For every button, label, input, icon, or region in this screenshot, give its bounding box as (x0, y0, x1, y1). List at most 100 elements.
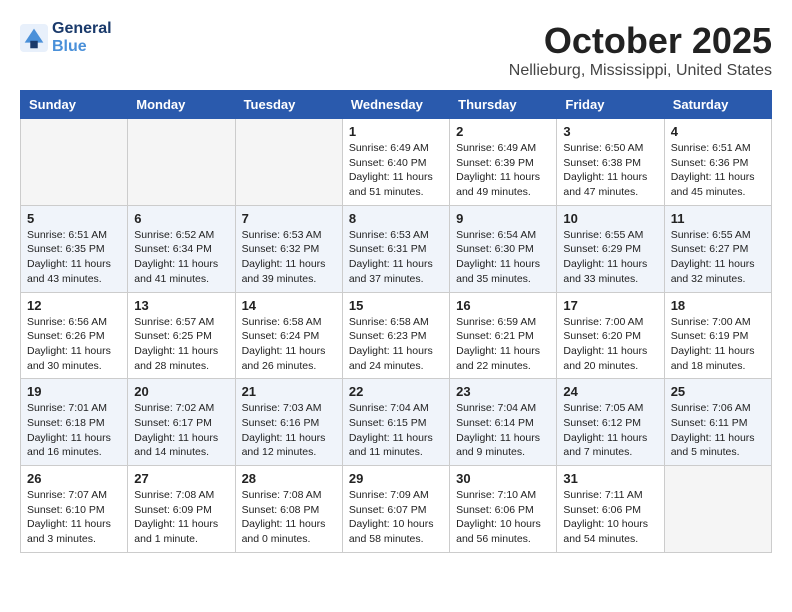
day-number: 23 (456, 384, 550, 399)
day-info: Sunrise: 7:05 AM Sunset: 6:12 PM Dayligh… (563, 401, 657, 460)
month-title: October 2025 (509, 20, 772, 62)
day-number: 29 (349, 471, 443, 486)
calendar-cell (21, 119, 128, 206)
day-info: Sunrise: 6:58 AM Sunset: 6:23 PM Dayligh… (349, 315, 443, 374)
calendar-cell: 6 Sunrise: 6:52 AM Sunset: 6:34 PM Daylig… (128, 205, 235, 292)
calendar-cell: 5 Sunrise: 6:51 AM Sunset: 6:35 PM Daylig… (21, 205, 128, 292)
calendar-cell: 20 Sunrise: 7:02 AM Sunset: 6:17 PM Dayli… (128, 379, 235, 466)
calendar-cell: 27 Sunrise: 7:08 AM Sunset: 6:09 PM Dayli… (128, 466, 235, 553)
calendar-cell: 7 Sunrise: 6:53 AM Sunset: 6:32 PM Daylig… (235, 205, 342, 292)
day-number: 22 (349, 384, 443, 399)
day-info: Sunrise: 7:01 AM Sunset: 6:18 PM Dayligh… (27, 401, 121, 460)
day-number: 18 (671, 298, 765, 313)
calendar-cell: 12 Sunrise: 6:56 AM Sunset: 6:26 PM Dayli… (21, 292, 128, 379)
logo: General Blue (20, 20, 112, 56)
day-info: Sunrise: 6:49 AM Sunset: 6:39 PM Dayligh… (456, 141, 550, 200)
weekday-header-wednesday: Wednesday (342, 91, 449, 119)
calendar-cell: 1Sunrise: 6:49 AM Sunset: 6:40 PM Daylig… (342, 119, 449, 206)
title-section: October 2025 Nellieburg, Mississippi, Un… (509, 20, 772, 80)
day-info: Sunrise: 6:59 AM Sunset: 6:21 PM Dayligh… (456, 315, 550, 374)
day-number: 14 (242, 298, 336, 313)
day-info: Sunrise: 6:55 AM Sunset: 6:29 PM Dayligh… (563, 228, 657, 287)
calendar-cell: 28Sunrise: 7:08 AM Sunset: 6:08 PM Dayli… (235, 466, 342, 553)
day-number: 7 (242, 211, 336, 226)
calendar-week-row: 5 Sunrise: 6:51 AM Sunset: 6:35 PM Daylig… (21, 205, 772, 292)
logo-text-line1: General (52, 20, 112, 38)
day-number: 5 (27, 211, 121, 226)
location-title: Nellieburg, Mississippi, United States (509, 62, 772, 80)
day-info: Sunrise: 6:56 AM Sunset: 6:26 PM Dayligh… (27, 315, 121, 374)
calendar-cell (128, 119, 235, 206)
day-info: Sunrise: 7:06 AM Sunset: 6:11 PM Dayligh… (671, 401, 765, 460)
calendar-cell: 17Sunrise: 7:00 AM Sunset: 6:20 PM Dayli… (557, 292, 664, 379)
calendar-cell (664, 466, 771, 553)
calendar-cell: 4Sunrise: 6:51 AM Sunset: 6:36 PM Daylig… (664, 119, 771, 206)
day-info: Sunrise: 7:02 AM Sunset: 6:17 PM Dayligh… (134, 401, 228, 460)
calendar-week-row: 12 Sunrise: 6:56 AM Sunset: 6:26 PM Dayli… (21, 292, 772, 379)
calendar-cell: 16 Sunrise: 6:59 AM Sunset: 6:21 PM Dayli… (450, 292, 557, 379)
calendar-cell: 3 Sunrise: 6:50 AM Sunset: 6:38 PM Daylig… (557, 119, 664, 206)
day-number: 27 (134, 471, 228, 486)
day-info: Sunrise: 6:51 AM Sunset: 6:35 PM Dayligh… (27, 228, 121, 287)
day-info: Sunrise: 6:53 AM Sunset: 6:32 PM Dayligh… (242, 228, 336, 287)
calendar-cell: 29 Sunrise: 7:09 AM Sunset: 6:07 PM Dayli… (342, 466, 449, 553)
day-info: Sunrise: 7:11 AM Sunset: 6:06 PM Dayligh… (563, 488, 657, 547)
day-number: 12 (27, 298, 121, 313)
weekday-header-sunday: Sunday (21, 91, 128, 119)
day-info: Sunrise: 7:04 AM Sunset: 6:15 PM Dayligh… (349, 401, 443, 460)
day-number: 19 (27, 384, 121, 399)
day-info: Sunrise: 6:52 AM Sunset: 6:34 PM Dayligh… (134, 228, 228, 287)
calendar-cell: 9Sunrise: 6:54 AM Sunset: 6:30 PM Daylig… (450, 205, 557, 292)
day-info: Sunrise: 6:57 AM Sunset: 6:25 PM Dayligh… (134, 315, 228, 374)
calendar-week-row: 26 Sunrise: 7:07 AM Sunset: 6:10 PM Dayli… (21, 466, 772, 553)
day-number: 9 (456, 211, 550, 226)
day-info: Sunrise: 7:08 AM Sunset: 6:09 PM Dayligh… (134, 488, 228, 547)
calendar-cell: 25Sunrise: 7:06 AM Sunset: 6:11 PM Dayli… (664, 379, 771, 466)
calendar-cell: 14 Sunrise: 6:58 AM Sunset: 6:24 PM Dayli… (235, 292, 342, 379)
day-number: 3 (563, 124, 657, 139)
calendar-cell: 19 Sunrise: 7:01 AM Sunset: 6:18 PM Dayli… (21, 379, 128, 466)
day-info: Sunrise: 6:50 AM Sunset: 6:38 PM Dayligh… (563, 141, 657, 200)
calendar-table: SundayMondayTuesdayWednesdayThursdayFrid… (20, 90, 772, 553)
calendar-cell: 23 Sunrise: 7:04 AM Sunset: 6:14 PM Dayli… (450, 379, 557, 466)
weekday-header-friday: Friday (557, 91, 664, 119)
day-info: Sunrise: 6:51 AM Sunset: 6:36 PM Dayligh… (671, 141, 765, 200)
day-number: 15 (349, 298, 443, 313)
day-info: Sunrise: 7:09 AM Sunset: 6:07 PM Dayligh… (349, 488, 443, 547)
calendar-cell: 13 Sunrise: 6:57 AM Sunset: 6:25 PM Dayli… (128, 292, 235, 379)
day-info: Sunrise: 6:58 AM Sunset: 6:24 PM Dayligh… (242, 315, 336, 374)
day-number: 2 (456, 124, 550, 139)
day-number: 30 (456, 471, 550, 486)
day-number: 20 (134, 384, 228, 399)
weekday-header-saturday: Saturday (664, 91, 771, 119)
weekday-header-monday: Monday (128, 91, 235, 119)
day-number: 16 (456, 298, 550, 313)
day-info: Sunrise: 7:07 AM Sunset: 6:10 PM Dayligh… (27, 488, 121, 547)
day-number: 6 (134, 211, 228, 226)
calendar-cell: 8 Sunrise: 6:53 AM Sunset: 6:31 PM Daylig… (342, 205, 449, 292)
calendar-cell: 2 Sunrise: 6:49 AM Sunset: 6:39 PM Daylig… (450, 119, 557, 206)
day-number: 26 (27, 471, 121, 486)
calendar-cell: 15 Sunrise: 6:58 AM Sunset: 6:23 PM Dayli… (342, 292, 449, 379)
day-number: 8 (349, 211, 443, 226)
calendar-week-row: 1Sunrise: 6:49 AM Sunset: 6:40 PM Daylig… (21, 119, 772, 206)
day-info: Sunrise: 7:00 AM Sunset: 6:19 PM Dayligh… (671, 315, 765, 374)
day-number: 21 (242, 384, 336, 399)
page-header: General Blue October 2025 Nellieburg, Mi… (20, 20, 772, 80)
day-number: 10 (563, 211, 657, 226)
day-info: Sunrise: 7:04 AM Sunset: 6:14 PM Dayligh… (456, 401, 550, 460)
day-number: 13 (134, 298, 228, 313)
day-info: Sunrise: 7:10 AM Sunset: 6:06 PM Dayligh… (456, 488, 550, 547)
day-info: Sunrise: 7:00 AM Sunset: 6:20 PM Dayligh… (563, 315, 657, 374)
logo-text-line2: Blue (52, 38, 112, 56)
calendar-cell: 22 Sunrise: 7:04 AM Sunset: 6:15 PM Dayli… (342, 379, 449, 466)
day-info: Sunrise: 7:03 AM Sunset: 6:16 PM Dayligh… (242, 401, 336, 460)
day-number: 28 (242, 471, 336, 486)
weekday-header-row: SundayMondayTuesdayWednesdayThursdayFrid… (21, 91, 772, 119)
day-number: 11 (671, 211, 765, 226)
weekday-header-tuesday: Tuesday (235, 91, 342, 119)
calendar-cell: 10 Sunrise: 6:55 AM Sunset: 6:29 PM Dayli… (557, 205, 664, 292)
weekday-header-thursday: Thursday (450, 91, 557, 119)
day-info: Sunrise: 6:49 AM Sunset: 6:40 PM Dayligh… (349, 141, 443, 200)
day-info: Sunrise: 6:53 AM Sunset: 6:31 PM Dayligh… (349, 228, 443, 287)
